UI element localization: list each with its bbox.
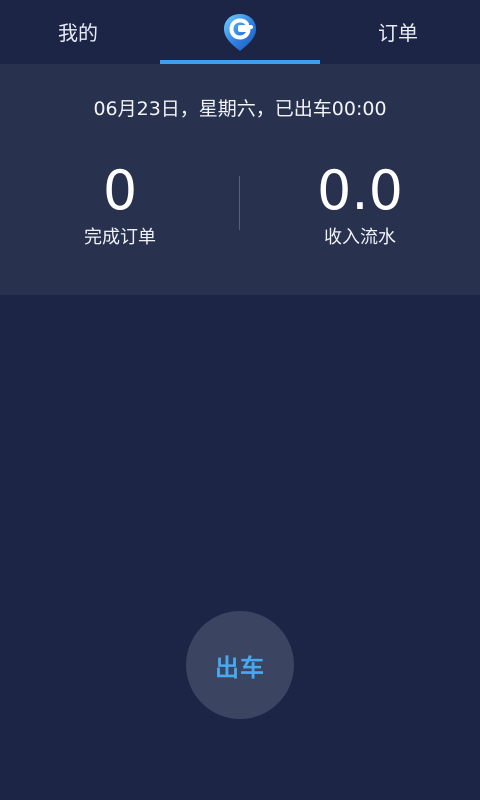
income-label: 收入流水 [324,227,396,248]
tab-mine[interactable]: 我的 [58,19,98,47]
g-location-logo-icon[interactable] [221,12,259,52]
tab-orders[interactable]: 订单 [378,19,418,47]
completed-orders-label: 完成订单 [84,227,156,248]
completed-orders-value: 0 [102,159,138,222]
top-navigation: 我的 订单 [0,0,480,64]
income-value: 0.0 [317,159,403,222]
income-stat: 0.0 收入流水 [240,160,480,250]
completed-orders-stat: 0 完成订单 [0,160,240,250]
date-status-line: 06月23日，星期六，已出车00:00 [93,98,387,120]
start-driving-button[interactable]: 出车 [186,611,294,719]
daily-summary-panel: 06月23日，星期六，已出车00:00 0 完成订单 0.0 收入流水 [0,64,480,295]
